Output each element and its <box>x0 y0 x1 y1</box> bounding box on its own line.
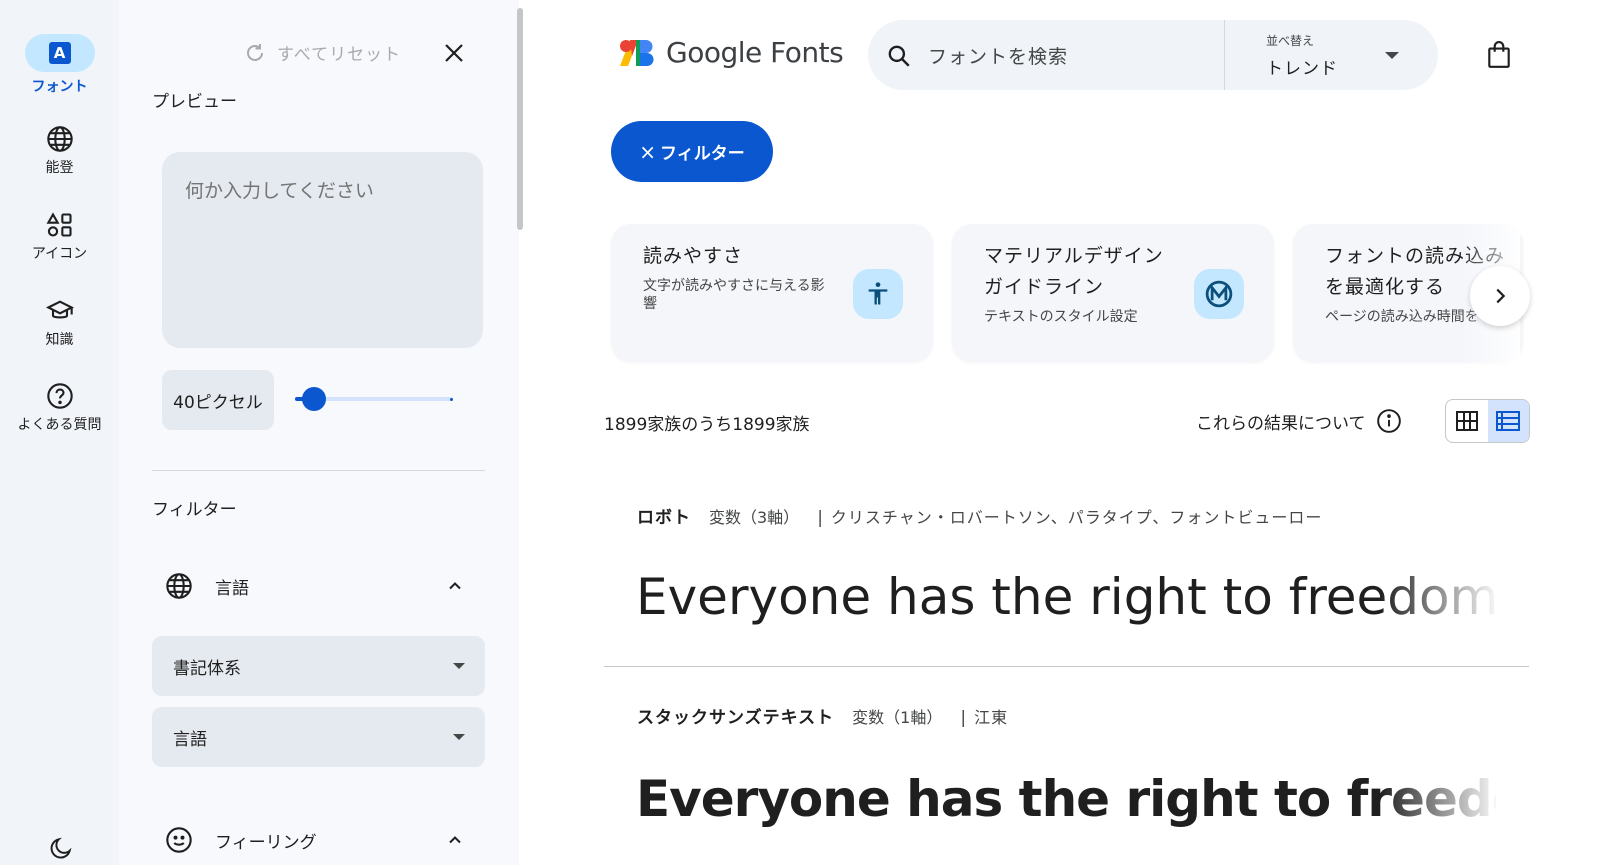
sample-fade <box>1380 770 1500 830</box>
meta-separator: | <box>960 708 967 728</box>
grid-view-icon <box>1455 411 1478 431</box>
sort-label: 並べ替え <box>1266 34 1315 48</box>
shapes-icon <box>46 212 72 237</box>
rail-item-label: よくある質問 <box>17 417 102 433</box>
rail-item-label: アイコン <box>31 246 88 262</box>
filter-heading: フィルター <box>152 500 237 520</box>
font-size-value: 40ピクセル <box>162 370 274 430</box>
rail-item-icons[interactable]: アイコン <box>0 211 119 263</box>
navigation-rail: A フォント 能登 アイコン 知識 よくある質問 <box>0 0 119 865</box>
language-dropdown[interactable]: 言語 <box>152 707 485 767</box>
font-size-slider-thumb[interactable] <box>302 387 326 411</box>
chevron-up-icon <box>449 836 461 844</box>
google-fonts-logo[interactable]: Google Fonts <box>618 36 844 69</box>
dropdown-arrow-icon[interactable] <box>1385 52 1399 59</box>
font-type: 変数（3軸） <box>709 508 800 527</box>
font-row-divider <box>604 666 1529 667</box>
list-view-icon <box>1496 411 1521 431</box>
language-section-header[interactable]: 言語 <box>165 571 485 601</box>
panel-divider <box>152 470 485 471</box>
reset-all-button[interactable]: すべてリセット <box>243 40 401 65</box>
font-name[interactable]: ロボト <box>637 503 691 528</box>
font-sample-text[interactable]: Everyone has the right to freedom <box>636 770 1496 828</box>
search-divider <box>1224 20 1225 90</box>
font-name[interactable]: スタックサンズテキスト <box>637 703 834 728</box>
dropdown-arrow-icon <box>453 734 465 740</box>
google-fonts-logo-icon <box>620 39 654 66</box>
chevron-up-icon <box>449 582 461 590</box>
close-icon[interactable] <box>442 41 466 65</box>
knowledge-card-material-design[interactable]: マテリアルデザイン ガイドライン テキストのスタイル設定 <box>952 224 1274 362</box>
close-icon: × <box>639 139 657 164</box>
info-icon <box>1376 409 1401 433</box>
search-bar: フォントを検索 並べ替え トレンド <box>868 20 1438 90</box>
meta-separator: | <box>817 508 823 528</box>
preview-heading: プレビュー <box>152 92 237 112</box>
font-sample-text[interactable]: Everyone has the right to freedom of th <box>636 568 1506 626</box>
preview-text-input[interactable] <box>162 152 483 348</box>
refresh-icon <box>247 43 263 61</box>
rail-item-noto[interactable]: 能登 <box>0 125 119 177</box>
shopping-bag-icon[interactable] <box>1486 41 1512 69</box>
carousel-next-button[interactable] <box>1470 266 1530 326</box>
rail-item-label: フォント <box>31 79 88 95</box>
knowledge-card-readability[interactable]: 読みやすさ 文字が読みやすさに与える影 響 <box>611 224 933 362</box>
chevron-right-icon <box>1496 288 1506 304</box>
about-results-button[interactable]: これらの結果について <box>1196 408 1402 434</box>
view-toggle <box>1445 399 1530 443</box>
rail-item-label: 能登 <box>45 160 74 176</box>
font-authors: 江東 <box>974 708 1009 727</box>
panel-scrollbar[interactable] <box>517 8 523 230</box>
rail-item-label: 知識 <box>45 332 74 348</box>
font-type: 変数（1軸） <box>852 708 943 727</box>
font-icon: A <box>24 34 95 72</box>
font-row-meta[interactable]: スタックサンズテキスト 変数（1軸） | 江東 <box>637 703 1008 728</box>
search-input[interactable]: フォントを検索 <box>928 42 1068 69</box>
font-authors: クリスチャン・ロバートソン、パラタイプ、フォントビューロー <box>830 508 1323 527</box>
sort-select[interactable]: トレンド <box>1266 54 1338 79</box>
dark-mode-icon[interactable] <box>48 835 74 861</box>
toggle-filters-button[interactable]: × フィルター <box>611 121 773 182</box>
grid-view-button[interactable] <box>1446 400 1488 442</box>
help-icon <box>46 383 73 409</box>
slider-end-dot <box>450 398 453 401</box>
rail-item-fonts[interactable]: A フォント <box>0 34 119 96</box>
sample-fade <box>1380 568 1500 628</box>
list-view-button[interactable] <box>1487 400 1529 442</box>
writing-system-dropdown[interactable]: 書記体系 <box>152 636 485 696</box>
smiley-icon <box>166 827 192 853</box>
rail-item-faq[interactable]: よくある質問 <box>0 382 119 434</box>
feeling-section-header[interactable]: フィーリング <box>165 825 485 855</box>
font-row-meta[interactable]: ロボト 変数（3軸） | クリスチャン・ロバートソン、パラタイプ、フォントビュー… <box>637 503 1322 528</box>
accessibility-icon <box>853 269 903 319</box>
results-count: 1899家族のうち1899家族 <box>604 415 810 435</box>
search-icon <box>888 45 910 67</box>
globe-icon <box>166 573 192 599</box>
rail-item-knowledge[interactable]: 知識 <box>0 297 119 349</box>
globe-icon <box>46 126 73 152</box>
material-icon <box>1194 269 1244 319</box>
dropdown-arrow-icon <box>453 663 465 669</box>
school-icon <box>45 300 74 319</box>
